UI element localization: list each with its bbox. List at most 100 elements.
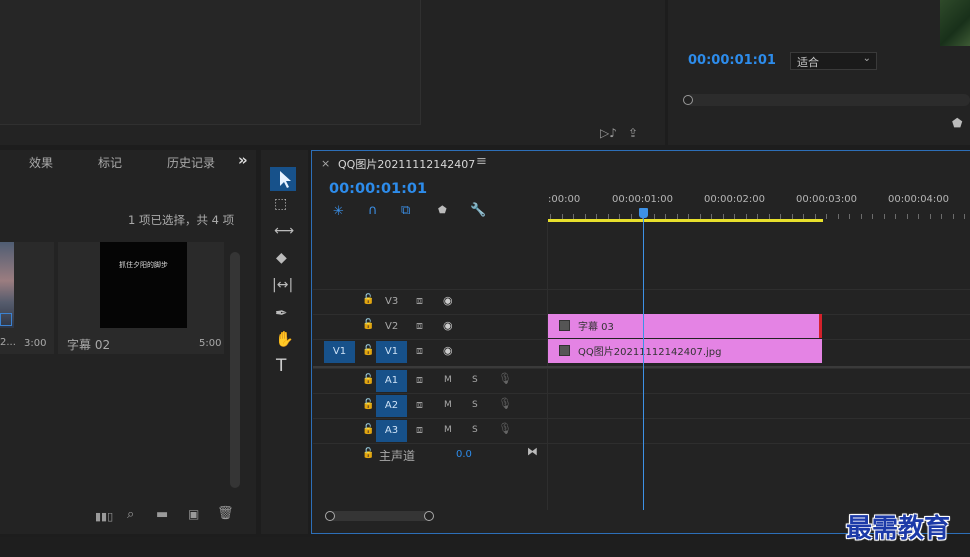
ruler-tick (907, 214, 908, 219)
snap-icon[interactable]: ∩ (368, 203, 378, 218)
microphone-icon[interactable]: 🎙 (498, 397, 512, 410)
eye-icon[interactable]: ◉ (443, 344, 453, 357)
tab-history[interactable]: 历史记录 (167, 154, 217, 171)
thumbnail-caption: 抓住夕阳的脚步 (119, 261, 168, 269)
sync-lock-icon[interactable]: ⧈ (416, 344, 423, 358)
wrench-icon[interactable]: 🔧 (470, 203, 486, 218)
work-area-bar[interactable] (548, 219, 823, 222)
project-scrollbar[interactable] (230, 252, 240, 488)
lock-icon[interactable]: 🔓 (362, 399, 374, 410)
clip-title-03[interactable]: 字幕 03 (548, 314, 822, 338)
fit-dropdown[interactable]: 适合 ⌄ (790, 52, 877, 70)
mute-button[interactable]: M (444, 425, 452, 435)
lock-icon[interactable]: 🔓 (362, 374, 374, 385)
ruler-label: 00:00:03:00 (796, 194, 858, 205)
panel-menu-icon[interactable]: ≡ (476, 154, 487, 169)
program-timecode[interactable]: 00:00:01:01 (688, 53, 776, 68)
mute-button[interactable]: M (444, 400, 452, 410)
track-target-a2[interactable]: A2 (376, 395, 407, 417)
microphone-icon[interactable]: 🎙 (498, 422, 512, 435)
audio-insert-icon[interactable]: ▷♪ (600, 126, 617, 140)
media-item-1[interactable]: 2... 3:00 (0, 242, 54, 354)
sync-lock-icon[interactable]: ⧈ (416, 373, 423, 387)
lock-icon[interactable]: 🔓 (362, 424, 374, 435)
lock-icon[interactable]: 🔓 (362, 345, 374, 356)
lock-icon[interactable]: 🔓 (362, 448, 374, 459)
lock-icon[interactable]: 🔓 (362, 294, 374, 305)
new-bin-icon[interactable]: ▬ (156, 507, 168, 522)
pen-tool-icon[interactable]: ✒ (275, 304, 288, 322)
solo-button[interactable]: S (472, 375, 478, 385)
track-select-tool-icon[interactable]: ⬚ (274, 196, 287, 212)
type-tool-icon[interactable]: T (276, 356, 286, 376)
track-target-a3[interactable]: A3 (376, 420, 407, 442)
sync-lock-icon[interactable]: ⧈ (416, 319, 423, 333)
source-monitor-panel: ▷♪ ⇪ (0, 0, 665, 145)
clip-image[interactable]: QQ图片20211112142407.jpg (548, 339, 822, 363)
track-row-a1 (313, 368, 970, 394)
eye-icon[interactable]: ◉ (443, 294, 453, 307)
freeform-view-icon[interactable]: ▮▮▯ (95, 510, 113, 523)
master-track-label: 主声道 (379, 449, 416, 463)
zoom-right-handle[interactable] (424, 511, 434, 521)
razor-tool-icon[interactable]: ◆ (276, 250, 287, 266)
playhead-line[interactable] (643, 216, 644, 510)
ruler-label: 00:00:04:00 (888, 194, 950, 205)
track-target-a1[interactable]: A1 (376, 370, 407, 392)
ruler-tick (895, 214, 896, 219)
sync-lock-icon[interactable]: ⧈ (416, 423, 423, 437)
track-row-a3 (313, 418, 970, 444)
program-video-thumbnail (940, 0, 970, 46)
fit-dropdown-value: 适合 (797, 56, 819, 69)
microphone-icon[interactable]: 🎙 (498, 372, 512, 385)
selection-tool-icon[interactable] (270, 167, 296, 191)
lock-icon[interactable]: 🔓 (362, 319, 374, 330)
timeline-timecode[interactable]: 00:00:01:01 (329, 181, 427, 197)
more-tabs-icon[interactable]: » (238, 151, 248, 169)
tab-markers[interactable]: 标记 (98, 154, 122, 171)
new-item-icon[interactable]: ▣ (188, 507, 199, 521)
zoom-left-handle[interactable] (325, 511, 335, 521)
hand-tool-icon[interactable]: ✋ (275, 330, 294, 348)
track-row-v3 (313, 289, 970, 315)
add-marker-icon[interactable]: ⬟ (438, 205, 447, 216)
status-bar (0, 537, 970, 557)
linked-selection-icon[interactable]: ⧉ (401, 203, 410, 218)
project-panel: 效果 标记 历史记录 » 1 项已选择，共 4 项 2... 3:00 抓住夕阳… (0, 150, 256, 534)
sync-lock-icon[interactable]: ⧈ (416, 398, 423, 412)
source-patch-v1[interactable]: V1 (324, 341, 355, 363)
ruler-tick (941, 214, 942, 219)
media-item-2[interactable]: 抓住夕阳的脚步 字幕 02 5:00 (58, 242, 224, 354)
trash-icon[interactable]: 🗑 (217, 506, 234, 521)
tab-effects[interactable]: 效果 (29, 154, 53, 171)
ripple-edit-tool-icon[interactable]: ⟷ (274, 223, 294, 239)
sync-lock-icon[interactable]: ⧈ (416, 294, 423, 308)
track-target-v1[interactable]: V1 (376, 341, 407, 363)
ruler-tick (884, 214, 885, 219)
fx-badge-icon (559, 345, 570, 356)
slip-tool-icon[interactable]: |↔| (272, 277, 293, 293)
master-volume-value[interactable]: 0.0 (456, 449, 472, 460)
export-frame-icon[interactable]: ⇪ (628, 126, 638, 140)
close-sequence-icon[interactable]: × (321, 157, 330, 170)
timeline-zoom-scrollbar[interactable] (328, 511, 430, 521)
program-zoom-scrollbar[interactable] (685, 94, 970, 106)
mute-button[interactable]: M (444, 375, 452, 385)
scrollbar-handle[interactable] (683, 95, 693, 105)
track-name-v2: V2 (385, 321, 399, 332)
nest-sequence-icon[interactable]: ✳ (333, 204, 344, 219)
solo-button[interactable]: S (472, 425, 478, 435)
ruler-tick (849, 214, 850, 219)
selection-count: 1 项已选择，共 4 项 (128, 213, 235, 227)
sequence-tab-title[interactable]: QQ图片20211112142407 (338, 156, 475, 172)
clip-label: QQ图片20211112142407.jpg (578, 347, 722, 358)
solo-button[interactable]: S (472, 400, 478, 410)
eye-icon[interactable]: ◉ (443, 319, 453, 332)
master-pan-icon[interactable]: ⧓ (527, 445, 538, 458)
ruler-tick (872, 214, 873, 219)
marker-icon[interactable]: ⬟ (952, 116, 962, 130)
search-icon[interactable]: ⌕ (127, 507, 134, 522)
ruler-tick (838, 214, 839, 219)
media-item-duration: 5:00 (199, 338, 222, 349)
media-item-duration: 3:00 (24, 338, 47, 349)
